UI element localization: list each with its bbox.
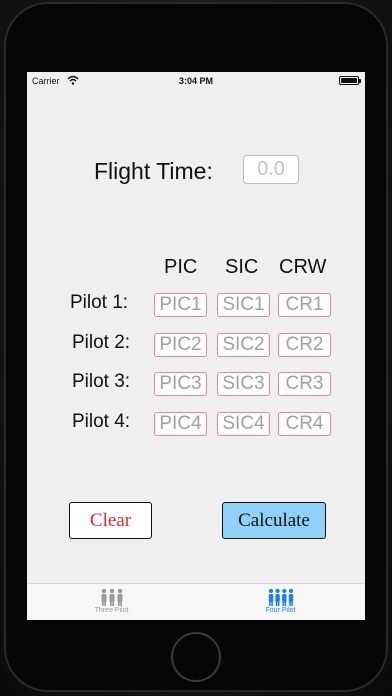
pilot-4-label: Pilot 4: bbox=[72, 411, 131, 432]
battery-icon bbox=[339, 76, 361, 85]
three-pilots-icon bbox=[101, 588, 122, 606]
tab-four-pilot[interactable]: Four Pilot bbox=[196, 584, 365, 620]
column-header-crw: CRW bbox=[279, 256, 327, 278]
status-time: 3:04 PM bbox=[178, 76, 213, 86]
flight-time-input[interactable]: 0.0 bbox=[243, 155, 299, 184]
calculate-button[interactable]: Calculate bbox=[222, 502, 326, 539]
pilot-1-sic-field[interactable]: SIC1 bbox=[217, 293, 270, 317]
tab-three-pilot-label: Three Pilot bbox=[94, 607, 129, 614]
pilot-4-sic-field[interactable]: SIC4 bbox=[217, 412, 270, 436]
status-bar: Carrier 3:04 PM bbox=[27, 72, 365, 90]
pilot-2-crw-field[interactable]: CR2 bbox=[278, 333, 331, 357]
battery-level bbox=[341, 78, 357, 83]
pilot-3-crw-field[interactable]: CR3 bbox=[278, 372, 331, 396]
flight-time-label: Flight Time: bbox=[94, 158, 213, 184]
pilot-3-pic-field[interactable]: PIC3 bbox=[154, 372, 207, 396]
pilot-1-crw-field[interactable]: CR1 bbox=[278, 293, 331, 317]
pilot-2-sic-field[interactable]: SIC2 bbox=[217, 333, 270, 357]
clear-button[interactable]: Clear bbox=[69, 502, 152, 539]
device-background: Carrier 3:04 PM Flight Time: 0.0 PIC SIC C… bbox=[0, 0, 392, 696]
pilot-2-pic-field[interactable]: PIC2 bbox=[154, 333, 207, 357]
pilot-3-label: Pilot 3: bbox=[72, 371, 131, 392]
tab-three-pilot[interactable]: Three Pilot bbox=[27, 584, 196, 620]
four-pilots-icon bbox=[268, 588, 293, 606]
pilot-4-pic-field[interactable]: PIC4 bbox=[154, 412, 207, 436]
column-header-sic: SIC bbox=[225, 256, 259, 278]
pilot-3-sic-field[interactable]: SIC3 bbox=[217, 372, 270, 396]
home-button[interactable] bbox=[171, 632, 221, 682]
tab-bar: Three Pilot Four Pilot bbox=[27, 583, 365, 620]
tab-four-pilot-label: Four Pilot bbox=[265, 607, 296, 614]
pilot-4-crw-field[interactable]: CR4 bbox=[278, 412, 331, 436]
app-screen: Carrier 3:04 PM Flight Time: 0.0 PIC SIC C… bbox=[27, 72, 365, 620]
pilot-1-pic-field[interactable]: PIC1 bbox=[154, 293, 207, 317]
pilot-2-label: Pilot 2: bbox=[72, 332, 131, 353]
column-header-pic: PIC bbox=[164, 256, 198, 278]
pilot-1-label: Pilot 1: bbox=[70, 292, 129, 313]
